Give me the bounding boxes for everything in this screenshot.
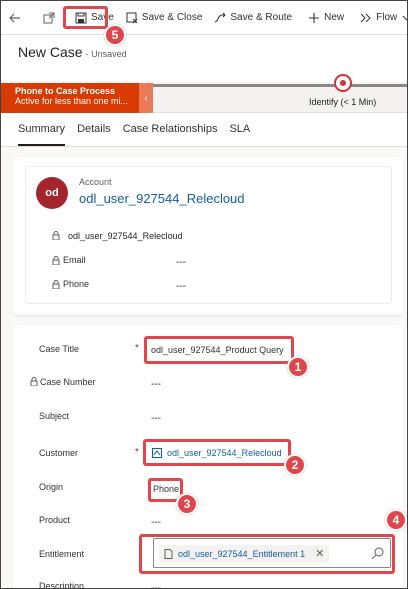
phone-value: --- bbox=[176, 281, 186, 292]
required-indicator: * bbox=[135, 343, 139, 354]
process-collapse-button[interactable]: ‹ bbox=[139, 83, 153, 113]
active-process-flyout[interactable]: Phone to Case Process Active for less th… bbox=[1, 83, 139, 113]
route-icon bbox=[215, 12, 227, 22]
email-value: --- bbox=[176, 257, 186, 268]
case-number-value: --- bbox=[151, 379, 161, 390]
stage-duration: (< 1 Min) bbox=[340, 97, 377, 107]
account-name-link[interactable]: odl_user_927544_Relecloud bbox=[79, 191, 245, 206]
stage-progress-line bbox=[153, 84, 407, 87]
avatar: od bbox=[36, 177, 68, 209]
tab-sla[interactable]: SLA bbox=[229, 113, 250, 146]
subject-label: Subject bbox=[39, 411, 70, 421]
stage-name: Identify bbox=[309, 97, 339, 107]
chevron-left-icon: ‹ bbox=[144, 92, 148, 104]
stage-identify[interactable]: Identify (< 1 Min) bbox=[309, 97, 376, 107]
account-quick-view: od Account odl_user_927544_Relecloud odl… bbox=[25, 166, 392, 304]
process-duration: Active for less than one mi... bbox=[15, 96, 129, 106]
required-indicator: * bbox=[135, 447, 139, 458]
highlight-case-title bbox=[144, 336, 294, 364]
popout-icon bbox=[43, 12, 55, 23]
back-button[interactable] bbox=[1, 1, 33, 35]
save-status: - Unsaved bbox=[85, 49, 127, 59]
page-title: New Case - Unsaved bbox=[18, 44, 127, 60]
email-label: Email bbox=[63, 255, 86, 265]
case-number-label: Case Number bbox=[40, 377, 96, 387]
product-lookup[interactable]: --- bbox=[151, 517, 161, 528]
entitlement-label: Entitlement bbox=[39, 549, 85, 559]
stage-marker-icon[interactable] bbox=[334, 74, 352, 92]
phone-label: Phone bbox=[63, 279, 90, 289]
account-locked-name: odl_user_927544_Relecloud bbox=[68, 231, 183, 241]
lock-icon bbox=[30, 377, 38, 386]
account-section: od Account odl_user_927544_Relecloud odl… bbox=[13, 157, 403, 315]
highlight-entitlement bbox=[139, 534, 395, 574]
save-close-icon bbox=[126, 12, 138, 23]
flow-button[interactable]: Flow bbox=[354, 1, 407, 35]
flow-icon bbox=[360, 13, 371, 22]
callout-badge-5: 5 bbox=[104, 24, 126, 46]
customer-label: Customer bbox=[39, 448, 79, 458]
back-arrow-icon bbox=[9, 13, 20, 22]
chevron-down-icon bbox=[402, 15, 407, 20]
subject-input[interactable]: --- bbox=[151, 413, 161, 424]
flow-label: Flow bbox=[376, 12, 398, 23]
callout-badge-4: 4 bbox=[385, 509, 407, 531]
highlight-save bbox=[63, 6, 108, 29]
lock-icon bbox=[52, 231, 60, 240]
description-label: Description bbox=[39, 581, 85, 589]
save-and-route-label: Save & Route bbox=[230, 12, 293, 23]
callout-badge-3: 3 bbox=[176, 493, 198, 515]
record-title: New Case bbox=[18, 44, 83, 60]
plus-icon bbox=[309, 12, 320, 23]
callout-badge-2: 2 bbox=[284, 454, 306, 476]
open-in-new-window-button[interactable] bbox=[37, 1, 65, 35]
lock-icon bbox=[52, 256, 60, 265]
account-label: Account bbox=[79, 177, 112, 187]
highlight-customer bbox=[143, 439, 291, 466]
new-button[interactable]: New bbox=[302, 1, 350, 35]
save-and-route-button[interactable]: Save & Route bbox=[208, 1, 298, 35]
tab-summary[interactable]: Summary bbox=[18, 113, 66, 146]
tab-case-relationships[interactable]: Case Relationships bbox=[123, 113, 218, 146]
lock-icon bbox=[52, 280, 60, 289]
form-tabs: Summary Details Case Relationships SLA bbox=[1, 113, 407, 147]
new-label: New bbox=[324, 12, 345, 23]
product-label: Product bbox=[39, 515, 71, 525]
app-frame: Save Save & Close Save & Route New Flow … bbox=[0, 0, 408, 589]
origin-label: Origin bbox=[39, 482, 64, 492]
tab-details[interactable]: Details bbox=[77, 113, 111, 146]
description-input[interactable]: --- bbox=[151, 583, 161, 588]
case-title-label: Case Title bbox=[39, 344, 80, 354]
save-and-close-label: Save & Close bbox=[141, 12, 203, 23]
save-and-close-button[interactable]: Save & Close bbox=[120, 1, 209, 35]
process-name: Phone to Case Process bbox=[15, 86, 116, 96]
command-bar: Save Save & Close Save & Route New Flow bbox=[1, 1, 407, 35]
callout-badge-1: 1 bbox=[287, 356, 309, 378]
